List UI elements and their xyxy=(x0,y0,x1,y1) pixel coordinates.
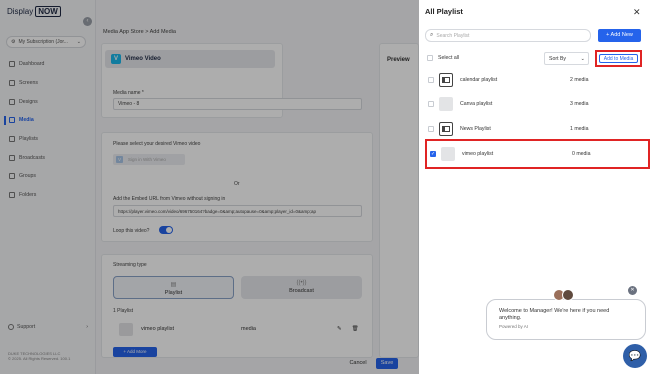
playlist-count: 1 media xyxy=(570,126,589,132)
playlist-thumbnail xyxy=(439,97,453,111)
playlist-name: Canva playlist xyxy=(460,101,493,107)
add-to-media-highlight: Add to Media xyxy=(595,50,642,67)
search-icon: ⌕ xyxy=(430,32,434,38)
list-item[interactable]: Canva playlist 3 media xyxy=(425,92,650,116)
sort-by-select[interactable]: Sort By ⌄ xyxy=(544,52,589,65)
checkbox[interactable] xyxy=(428,101,434,107)
chat-close-icon[interactable]: ✕ xyxy=(628,286,637,295)
avatar xyxy=(562,289,574,301)
playlist-count: 3 media xyxy=(570,101,589,107)
checkbox-checked[interactable]: ✓ xyxy=(430,151,436,157)
playlist-grid-icon xyxy=(439,73,453,87)
playlist-count: 0 media xyxy=(572,151,591,157)
chat-message: Welcome to Manager! We're here if you ne… xyxy=(499,308,610,321)
add-new-button[interactable]: + Add New xyxy=(598,29,641,42)
select-all-checkbox[interactable]: Select all xyxy=(427,55,459,61)
modal-backdrop[interactable] xyxy=(0,0,419,374)
list-item[interactable]: News Playlist 1 media xyxy=(425,117,650,141)
list-item[interactable]: calendar playlist 2 media xyxy=(425,68,650,92)
playlist-count: 2 media xyxy=(570,77,589,83)
playlist-thumbnail xyxy=(441,147,455,161)
playlist-name: vimeo playlist xyxy=(462,151,494,157)
chat-powered-by: Powered by AI xyxy=(499,324,529,329)
search-placeholder: Search Playlist xyxy=(436,32,470,39)
search-playlist-input[interactable]: ⌕ Search Playlist xyxy=(425,29,591,42)
support-avatars xyxy=(553,289,574,301)
panel-title: All Playlist xyxy=(425,7,463,16)
close-icon[interactable]: ✕ xyxy=(633,7,641,18)
checkbox[interactable] xyxy=(428,126,434,132)
chevron-down-icon: ⌄ xyxy=(580,55,585,62)
checkbox[interactable] xyxy=(428,77,434,83)
chat-popup[interactable]: Welcome to Manager! We're here if you ne… xyxy=(486,299,646,340)
add-to-media-button[interactable]: Add to Media xyxy=(599,54,638,63)
select-all-label: Select all xyxy=(438,55,460,61)
checkbox[interactable] xyxy=(427,55,433,61)
list-item-selected[interactable]: ✓ vimeo playlist 0 media xyxy=(425,139,650,169)
sort-by-label: Sort By xyxy=(549,55,567,62)
chat-bubble-icon[interactable]: 💬 xyxy=(623,344,647,368)
playlist-name: News Playlist xyxy=(460,126,491,132)
playlist-grid-icon xyxy=(439,122,453,136)
playlist-name: calendar playlist xyxy=(460,77,498,83)
